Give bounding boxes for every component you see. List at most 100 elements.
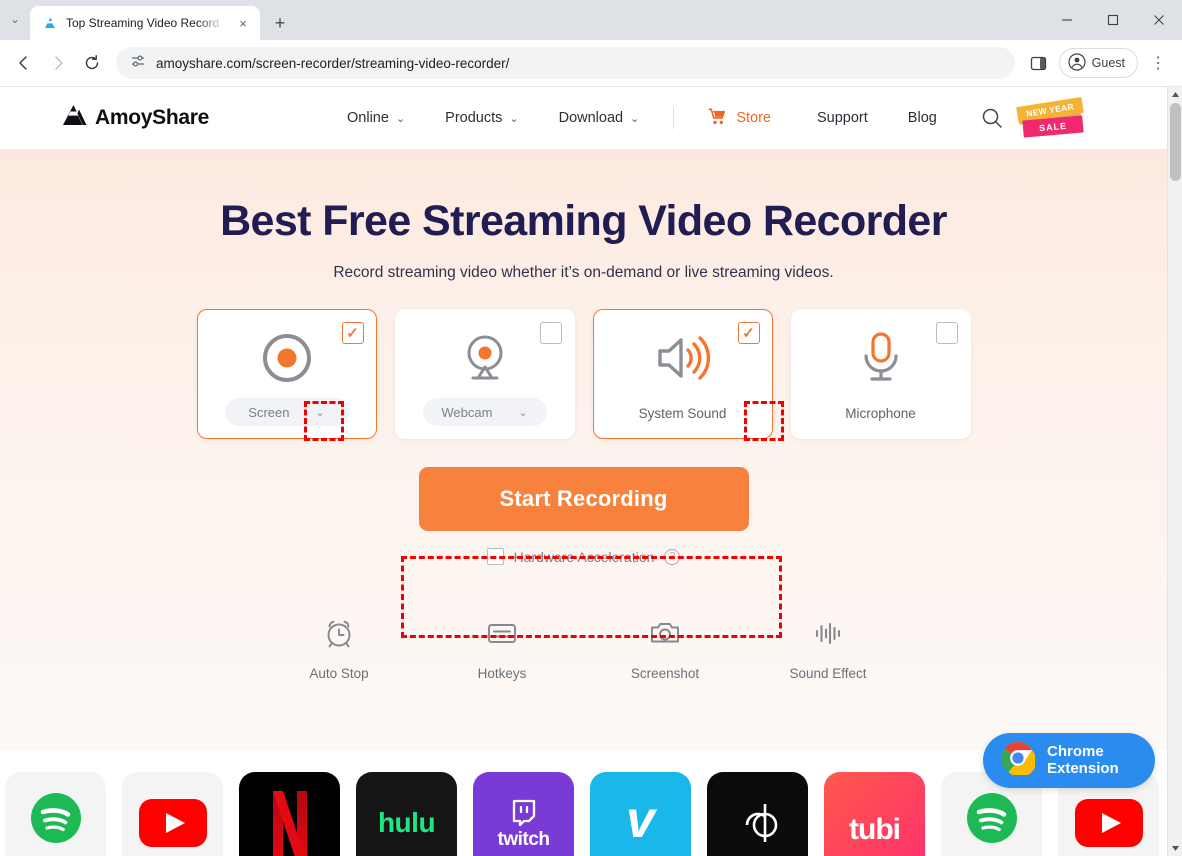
- side-panel-button[interactable]: [1023, 47, 1055, 79]
- browser-menu-button[interactable]: ⋮: [1142, 47, 1174, 79]
- tab-title: Top Streaming Video Record: [66, 16, 220, 30]
- nav-item-store[interactable]: Store: [688, 108, 797, 129]
- profile-button[interactable]: Guest: [1058, 48, 1138, 78]
- screen-source-dropdown[interactable]: Screen ⌄: [224, 398, 349, 426]
- recorder-card-screen[interactable]: ✓ Screen ⌄: [196, 309, 377, 439]
- toolbar-right: Guest ⋮: [1023, 47, 1174, 79]
- nav-label: Products: [445, 110, 503, 126]
- profile-label: Guest: [1091, 56, 1125, 70]
- recorder-options: ✓ Screen ⌄ Webcam ⌄ ✓ System Sound Micro…: [0, 309, 1167, 439]
- new-tab-button[interactable]: +: [266, 9, 294, 37]
- microphone-checkbox[interactable]: [935, 322, 958, 344]
- nav-label: Online: [347, 110, 389, 126]
- page-viewport: AmoyShare Online ⌄ Products ⌄ Download ⌄: [0, 87, 1182, 856]
- site-logo-text: AmoyShare: [95, 106, 210, 129]
- nav-item-online[interactable]: Online ⌄: [327, 110, 425, 126]
- chrome-extension-line2: Extension: [1047, 759, 1119, 777]
- shopping-cart-icon: [708, 108, 727, 129]
- page-subtitle: Record streaming video whether it’s on-d…: [333, 264, 834, 281]
- recorder-card-system-sound[interactable]: ✓ System Sound: [592, 309, 773, 439]
- tool-auto-stop[interactable]: Auto Stop: [296, 617, 382, 681]
- webcam-source-label: Webcam: [441, 404, 493, 420]
- site-navigation: Online ⌄ Products ⌄ Download ⌄ Store Sup…: [327, 92, 1089, 144]
- system-sound-label: System Sound: [638, 406, 727, 421]
- nav-item-download[interactable]: Download ⌄: [539, 110, 660, 126]
- browser-tab[interactable]: Top Streaming Video Record ×: [30, 6, 260, 40]
- system-sound-checkbox[interactable]: ✓: [737, 322, 760, 344]
- recorder-card-microphone[interactable]: Microphone: [790, 309, 971, 439]
- logo-tile-netflix[interactable]: [239, 772, 340, 856]
- close-icon[interactable]: ×: [234, 14, 252, 32]
- logo-tile-youtube[interactable]: [122, 772, 223, 856]
- tab-search-button[interactable]: ⌄: [0, 0, 30, 40]
- tool-hotkeys[interactable]: Hotkeys: [459, 617, 545, 681]
- logo-tile-twitch[interactable]: twitch: [473, 772, 574, 856]
- logo-tile-vimeo[interactable]: v: [590, 772, 691, 856]
- nav-label: Blog: [907, 110, 937, 126]
- amoyshare-favicon-icon: [42, 15, 58, 31]
- scroll-down-arrow[interactable]: [1168, 841, 1182, 856]
- hardware-acceleration-label: Hardware Acceleration: [513, 548, 655, 565]
- scrollbar-thumb[interactable]: [1170, 103, 1181, 181]
- logo-label: hulu: [377, 806, 436, 838]
- recorder-card-webcam[interactable]: Webcam ⌄: [394, 309, 575, 439]
- microphone-icon: [857, 332, 905, 384]
- record-circle-icon: [260, 332, 314, 384]
- hardware-acceleration-checkbox[interactable]: [486, 548, 504, 565]
- chrome-extension-line1: Chrome: [1047, 742, 1104, 760]
- page-scrollbar[interactable]: [1167, 87, 1182, 856]
- chevron-down-icon: ⌄: [315, 406, 325, 419]
- address-bar[interactable]: amoyshare.com/screen-recorder/streaming-…: [116, 47, 1015, 79]
- hardware-acceleration-row[interactable]: Hardware Acceleration ?: [0, 548, 1167, 565]
- logo-tile-tubi[interactable]: tubi: [824, 772, 925, 856]
- nav-label: Support: [817, 110, 868, 126]
- scroll-up-arrow[interactable]: [1168, 87, 1182, 102]
- speaker-icon: [655, 332, 711, 384]
- nav-divider: [673, 107, 675, 129]
- logo-tile-hulu[interactable]: hulu: [356, 772, 457, 856]
- reload-button[interactable]: [76, 47, 108, 79]
- chrome-extension-button[interactable]: Chrome Extension: [983, 733, 1155, 788]
- help-icon[interactable]: ?: [664, 548, 681, 565]
- start-recording-button[interactable]: Start Recording: [418, 467, 749, 531]
- tab-strip: ⌄ Top Streaming Video Record × +: [0, 0, 1182, 40]
- sound-wave-icon: [812, 617, 844, 654]
- tool-screenshot[interactable]: Screenshot: [622, 617, 708, 681]
- screen-checkbox[interactable]: ✓: [341, 322, 364, 344]
- start-recording-wrap: Start Recording: [0, 467, 1167, 531]
- page-title: Best Free Streaming Video Recorder: [220, 197, 947, 245]
- search-icon[interactable]: [981, 107, 1003, 129]
- close-window-button[interactable]: [1136, 0, 1182, 40]
- url-text: amoyshare.com/screen-recorder/streaming-…: [156, 55, 510, 71]
- logo-tile-dailymotion[interactable]: [707, 772, 808, 856]
- chevron-down-icon: ⌄: [630, 112, 640, 125]
- window-controls: [1044, 0, 1182, 40]
- tool-sound-effect[interactable]: Sound Effect: [785, 617, 871, 681]
- maximize-button[interactable]: [1090, 0, 1136, 40]
- amoyshare-logo-icon: [62, 104, 88, 133]
- check-icon: ✓: [346, 324, 359, 342]
- microphone-label: Microphone: [845, 406, 916, 421]
- hero-section: Best Free Streaming Video Recorder Recor…: [0, 149, 1167, 788]
- forward-button[interactable]: [42, 47, 74, 79]
- new-year-sale-badge[interactable]: NEW YEAR SALE: [1013, 92, 1089, 144]
- alarm-clock-icon: [323, 617, 355, 654]
- tool-label: Auto Stop: [309, 666, 369, 681]
- nav-item-products[interactable]: Products ⌄: [425, 110, 538, 126]
- check-icon: ✓: [742, 324, 755, 342]
- site-logo[interactable]: AmoyShare: [62, 104, 209, 133]
- nav-item-blog[interactable]: Blog: [888, 110, 957, 126]
- minimize-button[interactable]: [1044, 0, 1090, 40]
- site-settings-icon[interactable]: [130, 53, 146, 74]
- browser-window: ⌄ Top Streaming Video Record × + amoysha…: [0, 0, 1182, 856]
- logo-tile-spotify[interactable]: Spotify: [5, 772, 106, 856]
- nav-item-support[interactable]: Support: [797, 110, 888, 126]
- logo-label: tubi: [849, 812, 901, 846]
- tool-row: Auto Stop Hotkeys Screenshot Sound Effec…: [0, 617, 1167, 681]
- back-button[interactable]: [8, 47, 40, 79]
- logo-label: twitch: [497, 828, 550, 850]
- webcam-source-dropdown[interactable]: Webcam ⌄: [422, 398, 547, 426]
- tool-label: Hotkeys: [477, 666, 527, 681]
- webcam-checkbox[interactable]: [539, 322, 562, 344]
- nav-label: Store: [736, 110, 771, 126]
